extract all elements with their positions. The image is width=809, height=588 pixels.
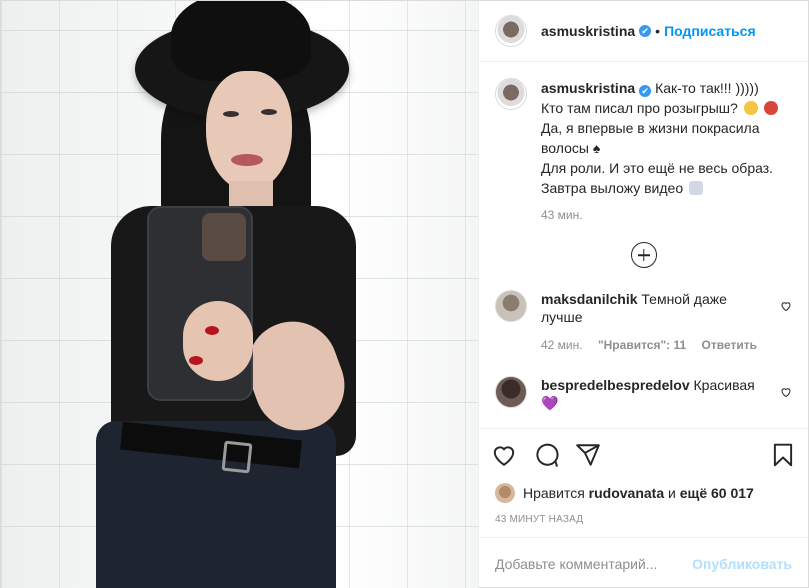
comment-likes[interactable]: "Нравится": 11 bbox=[598, 338, 686, 352]
like-heart-icon[interactable] bbox=[491, 442, 517, 468]
devil-emoji-icon bbox=[763, 101, 778, 115]
load-more-comments-icon[interactable] bbox=[630, 242, 657, 268]
share-icon[interactable] bbox=[575, 442, 601, 468]
grin-emoji-icon bbox=[743, 101, 758, 115]
comment-body: maksdanilchik Темной даже лучше 42 мин. … bbox=[541, 290, 772, 354]
likes-line: Нравится rudovanata и ещё 60 017 bbox=[479, 480, 808, 506]
verified-icon: ✔ bbox=[639, 85, 652, 97]
action-bar bbox=[479, 428, 808, 480]
post-timestamp[interactable]: 43 МИНУТ НАЗАД bbox=[479, 506, 808, 537]
follow-button[interactable]: Подписаться bbox=[664, 23, 756, 39]
header-username[interactable]: asmuskristina bbox=[541, 23, 635, 39]
liker-username[interactable]: rudovanata bbox=[589, 485, 664, 501]
comment: maksdanilchik Темной даже лучше 42 мин. … bbox=[495, 290, 792, 354]
heart-icon[interactable] bbox=[780, 300, 792, 312]
bookmark-icon[interactable] bbox=[770, 442, 796, 468]
comment-avatar[interactable] bbox=[495, 376, 527, 408]
caption-line: Для роли. И это ещё не весь образ. bbox=[541, 160, 774, 176]
separator: • bbox=[655, 23, 661, 39]
comment-time[interactable]: 42 мин. bbox=[541, 338, 583, 352]
comment-username[interactable]: maksdanilchik bbox=[541, 291, 638, 307]
rocket-emoji-icon bbox=[689, 181, 704, 195]
lips bbox=[231, 154, 263, 166]
caption-line: волосы ♠ bbox=[541, 140, 601, 156]
nail bbox=[189, 356, 203, 365]
comment-body: bespredelbespredelov Красивая 💜 bbox=[541, 376, 772, 412]
caption-line: Завтра выложу видео bbox=[541, 180, 684, 196]
caption-line: Кто там писал про розыгрыш? bbox=[541, 100, 738, 116]
avatar[interactable] bbox=[495, 15, 527, 47]
post-sidebar: asmuskristina ✔ • Подписаться asmuskrist… bbox=[478, 1, 808, 588]
comment-input[interactable] bbox=[495, 555, 693, 572]
caption-line: Да, я впервые в жизни покрасила bbox=[541, 120, 760, 136]
eye bbox=[223, 111, 239, 117]
post-header: asmuskristina ✔ • Подписаться bbox=[479, 1, 808, 62]
likes-count[interactable]: ещё 60 017 bbox=[680, 485, 754, 501]
verified-icon: ✔ bbox=[639, 25, 652, 37]
eye bbox=[261, 109, 277, 115]
caption-username[interactable]: asmuskristina bbox=[541, 80, 635, 96]
comment-icon[interactable] bbox=[533, 442, 559, 468]
comment-avatar[interactable] bbox=[495, 290, 527, 322]
caption-text: asmuskristina ✔ Как-то так!!! ))))) Кто т… bbox=[541, 78, 778, 198]
hand bbox=[183, 301, 253, 381]
add-comment-bar: Опубликовать bbox=[479, 537, 808, 588]
face bbox=[206, 71, 292, 191]
post-photo[interactable] bbox=[1, 1, 478, 588]
publish-button[interactable]: Опубликовать bbox=[692, 556, 792, 572]
hat-crown bbox=[171, 1, 311, 81]
comments-section[interactable]: asmuskristina ✔ Как-то так!!! ))))) Кто т… bbox=[479, 62, 808, 428]
instagram-post: asmuskristina ✔ • Подписаться asmuskrist… bbox=[0, 0, 809, 588]
phone-camera bbox=[202, 213, 246, 261]
caption-line: Как-то так!!! ))))) bbox=[655, 80, 759, 96]
liker-avatar[interactable] bbox=[495, 483, 515, 503]
comment-username[interactable]: bespredelbespredelov bbox=[541, 377, 690, 393]
likes-prefix: Нравится bbox=[523, 485, 585, 501]
purple-heart-icon: 💜 bbox=[541, 395, 559, 411]
caption-avatar[interactable] bbox=[495, 78, 527, 110]
caption-meta: 43 мин. bbox=[541, 208, 778, 222]
comment: bespredelbespredelov Красивая 💜 bbox=[495, 376, 792, 412]
comment-text: Красивая bbox=[693, 377, 755, 393]
caption: asmuskristina ✔ Как-то так!!! ))))) Кто т… bbox=[495, 78, 792, 222]
belt-buckle bbox=[221, 440, 253, 474]
heart-icon[interactable] bbox=[780, 386, 792, 398]
caption-time[interactable]: 43 мин. bbox=[541, 208, 583, 222]
reply-button[interactable]: Ответить bbox=[702, 338, 757, 352]
likes-conjunction: и bbox=[668, 485, 676, 501]
comment-meta: 42 мин. "Нравится": 11 Ответить bbox=[541, 336, 772, 354]
nail bbox=[205, 326, 219, 335]
